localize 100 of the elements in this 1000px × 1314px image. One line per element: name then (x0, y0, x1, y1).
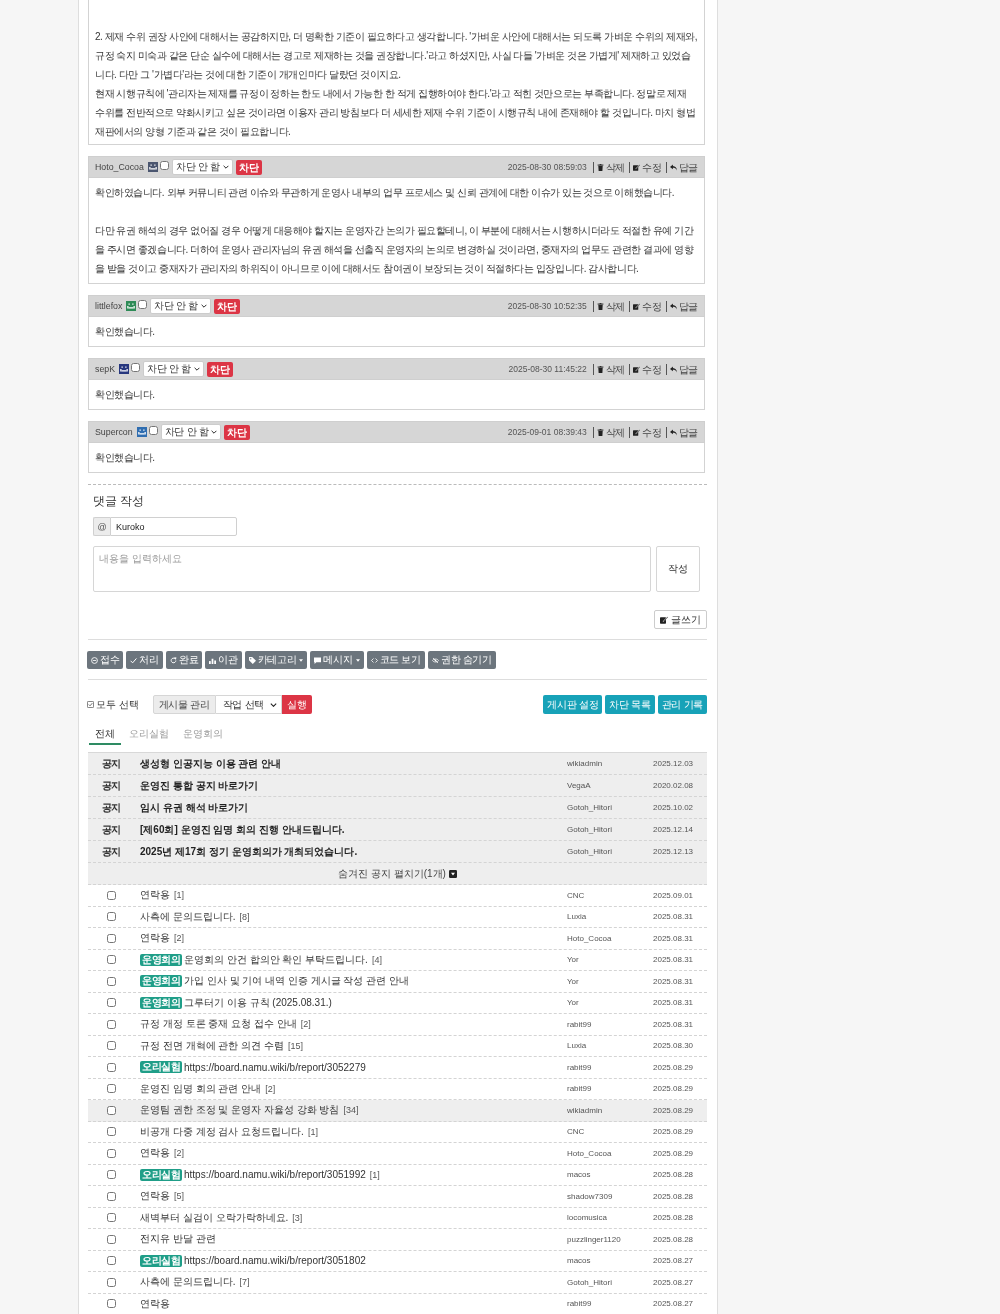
delete-link[interactable]: 삭제 (592, 363, 626, 375)
action-select[interactable]: 작업 선택 (215, 695, 282, 714)
notice-row[interactable]: 공지 2025년 제17회 정기 운영회의가 개최되었습니다. Gotoh_Hitori 2025.12.13 (88, 841, 707, 863)
submit-button[interactable]: 작성 (656, 546, 700, 592)
post-row[interactable]: 연락용 [2] Hoto_Cocoa 2025.08.31 (88, 928, 707, 950)
post-row[interactable]: 연락용 [2] Hoto_Cocoa 2025.08.29 (88, 1143, 707, 1165)
row-checkbox[interactable] (107, 1170, 116, 1180)
row-checkbox[interactable] (107, 1019, 116, 1029)
block-button[interactable]: 차단 (224, 424, 251, 440)
reply-link[interactable]: 답글 (665, 426, 698, 438)
post-row[interactable]: 전지유 반달 관련 puzzlinger1120 2025.08.28 (88, 1229, 707, 1251)
post-date: 2025.08.30 (652, 1041, 695, 1051)
row-checkbox[interactable] (107, 1256, 116, 1266)
post-title: [제60회] 운영진 임명 회의 진행 안내드립니다. (140, 822, 345, 837)
notice-row[interactable]: 공지 생성형 인공지능 이용 관련 안내 wikiadmin 2025.12.03 (88, 753, 707, 775)
post-author: wikiadmin (566, 759, 604, 768)
post-row[interactable]: 연락용 rabit99 2025.08.27 (88, 1293, 707, 1314)
comment-count: [1] (369, 1169, 380, 1180)
post-row[interactable]: 새벽부터 실검이 오락가락하네요. [3] locomusica 2025.08.28 (88, 1207, 707, 1229)
delete-link[interactable]: 삭제 (592, 161, 626, 173)
select-all-button[interactable]: 모두 선택 (87, 697, 139, 712)
block-select[interactable]: 차단 안 함 (171, 159, 233, 175)
post-row[interactable]: 규정 개정 토론 중재 요청 접수 안내 [2] rabit99 2025.08.31 (88, 1014, 707, 1036)
post-row[interactable]: 사측에 문의드립니다. [8] Luxia 2025.08.31 (88, 906, 707, 928)
comment-author[interactable]: sepK (95, 364, 116, 374)
block-select[interactable]: 차단 안 함 (160, 424, 222, 440)
notice-row[interactable]: 공지 운영진 통합 공지 바로가기 VegaA 2020.02.08 (88, 775, 707, 797)
reply-link[interactable]: 답글 (665, 161, 698, 173)
row-checkbox[interactable] (107, 1213, 116, 1223)
row-checkbox[interactable] (107, 998, 116, 1008)
post-title: 비공개 다중 계정 검사 요청드립니다. (140, 1124, 304, 1139)
toolbar-button[interactable]: 카테고리 (244, 651, 308, 669)
delete-link[interactable]: 삭제 (592, 300, 626, 312)
row-checkbox[interactable] (107, 1084, 116, 1094)
comment-checkbox[interactable] (131, 363, 141, 372)
post-row[interactable]: 오리실험 https://board.namu.wiki/b/report/3052279 rabit99 2025.08.29 (88, 1057, 707, 1079)
row-checkbox[interactable] (107, 1148, 116, 1158)
write-button[interactable]: 글쓰기 (654, 610, 707, 629)
toolbar-button[interactable]: 권한 숨기기 (427, 651, 496, 669)
notice-row[interactable]: 공지 임시 유권 해석 바로가기 Gotoh_Hitori 2025.10.02 (88, 797, 707, 819)
toolbar-button[interactable]: 메시지 (310, 651, 364, 669)
block-select[interactable]: 차단 안 함 (150, 298, 212, 314)
row-checkbox[interactable] (107, 1105, 116, 1115)
block-select[interactable]: 차단 안 함 (143, 361, 204, 377)
toolbar-button[interactable]: 완료 (165, 651, 203, 669)
reply-link[interactable]: 답글 (665, 363, 698, 375)
post-row[interactable]: 운영회의 운영회의 안건 합의안 확인 부탁드립니다. [4] Yor 2025.08.31 (88, 949, 707, 971)
post-row[interactable]: 연락용 [1] CNC 2025.09.01 (88, 885, 707, 907)
run-button[interactable]: 실행 (281, 695, 312, 714)
row-checkbox[interactable] (107, 890, 116, 900)
comment-date: 2025-08-30 10:52:35 (507, 301, 587, 311)
name-field[interactable]: Kuroko (110, 517, 237, 536)
row-checkbox[interactable] (107, 933, 116, 943)
post-row[interactable]: 규정 전면 개혁에 관한 의견 수렴 [15] Luxia 2025.08.30 (88, 1035, 707, 1057)
input-label: 게시물 관리 (152, 695, 216, 714)
post-date: 2025.08.31 (652, 976, 695, 986)
block-button[interactable]: 차단 (235, 159, 262, 175)
notice-row[interactable]: 공지 [제60회] 운영진 임명 회의 진행 안내드립니다. Gotoh_Hitori 2025.12.14 (88, 819, 707, 841)
comment-author[interactable]: Supercon (95, 427, 133, 437)
row-checkbox[interactable] (107, 1062, 116, 1072)
post-date: 2025.08.27 (652, 1277, 695, 1287)
row-checkbox[interactable] (107, 1127, 116, 1137)
toolbar-button[interactable]: 이관 (205, 651, 242, 669)
row-checkbox[interactable] (107, 1191, 116, 1201)
comment-author[interactable]: littlefox (95, 301, 123, 311)
comment-input[interactable]: 내용을 입력하세요 (93, 546, 651, 592)
reply-link[interactable]: 답글 (665, 300, 698, 312)
row-checkbox[interactable] (107, 1277, 116, 1287)
row-checkbox[interactable] (107, 1234, 116, 1244)
comment-author[interactable]: Hoto_Cocoa (95, 162, 144, 172)
post-row[interactable]: 운영회의 가입 인사 및 기여 내역 인증 게시글 작성 관련 안내 Yor 2025.08.31 (88, 971, 707, 993)
post-row[interactable]: 운영팀 권한 조정 및 운영자 자율성 강화 방침 [34] wikiadmin 2025.08.29 (88, 1100, 707, 1122)
post-row[interactable]: 오리실험 https://board.namu.wiki/b/report/3051992 [1] macos 2025.08.28 (88, 1164, 707, 1186)
post-row[interactable]: 연락용 [5] shadow7309 2025.08.28 (88, 1186, 707, 1208)
comment-checkbox[interactable] (138, 300, 148, 309)
post-row[interactable]: 사측에 문의드립니다. [7] Gotoh_Hitori 2025.08.27 (88, 1272, 707, 1294)
delete-link[interactable]: 삭제 (592, 426, 626, 438)
edit-link[interactable]: 수정 (629, 161, 662, 173)
row-checkbox[interactable] (107, 1041, 116, 1051)
post-row[interactable]: 운영회의 그루터기 이용 규칙 (2025.08.31.) Yor 2025.08.31 (88, 992, 707, 1014)
post-row[interactable]: 오리실험 https://board.namu.wiki/b/report/3051802 macos 2025.08.27 (88, 1250, 707, 1272)
block-button[interactable]: 차단 (214, 298, 241, 314)
edit-link[interactable]: 수정 (629, 300, 662, 312)
comment-checkbox[interactable] (159, 161, 169, 170)
edit-link[interactable]: 수정 (629, 363, 662, 375)
post-date: 2020.02.08 (652, 781, 695, 790)
row-checkbox[interactable] (107, 1299, 116, 1309)
post-row[interactable]: 비공개 다중 계정 검사 요청드립니다. [1] CNC 2025.08.29 (88, 1121, 707, 1143)
toolbar-button[interactable]: 처리 (126, 651, 163, 669)
toolbar-button[interactable]: 코드 보기 (366, 651, 425, 669)
row-checkbox[interactable] (107, 955, 116, 965)
hidden-notice-toggle[interactable]: 숨겨진 공지 펼치기(1개) (88, 863, 707, 885)
block-button[interactable]: 차단 (206, 361, 233, 377)
row-checkbox[interactable] (107, 912, 116, 922)
edit-link[interactable]: 수정 (629, 426, 662, 438)
toolbar-button[interactable]: 접수 (87, 651, 124, 669)
row-checkbox[interactable] (107, 976, 116, 986)
category-badge: 오리실험 (140, 1254, 182, 1267)
comment-checkbox[interactable] (148, 426, 158, 435)
board-tab[interactable]: 전체 (89, 726, 121, 745)
